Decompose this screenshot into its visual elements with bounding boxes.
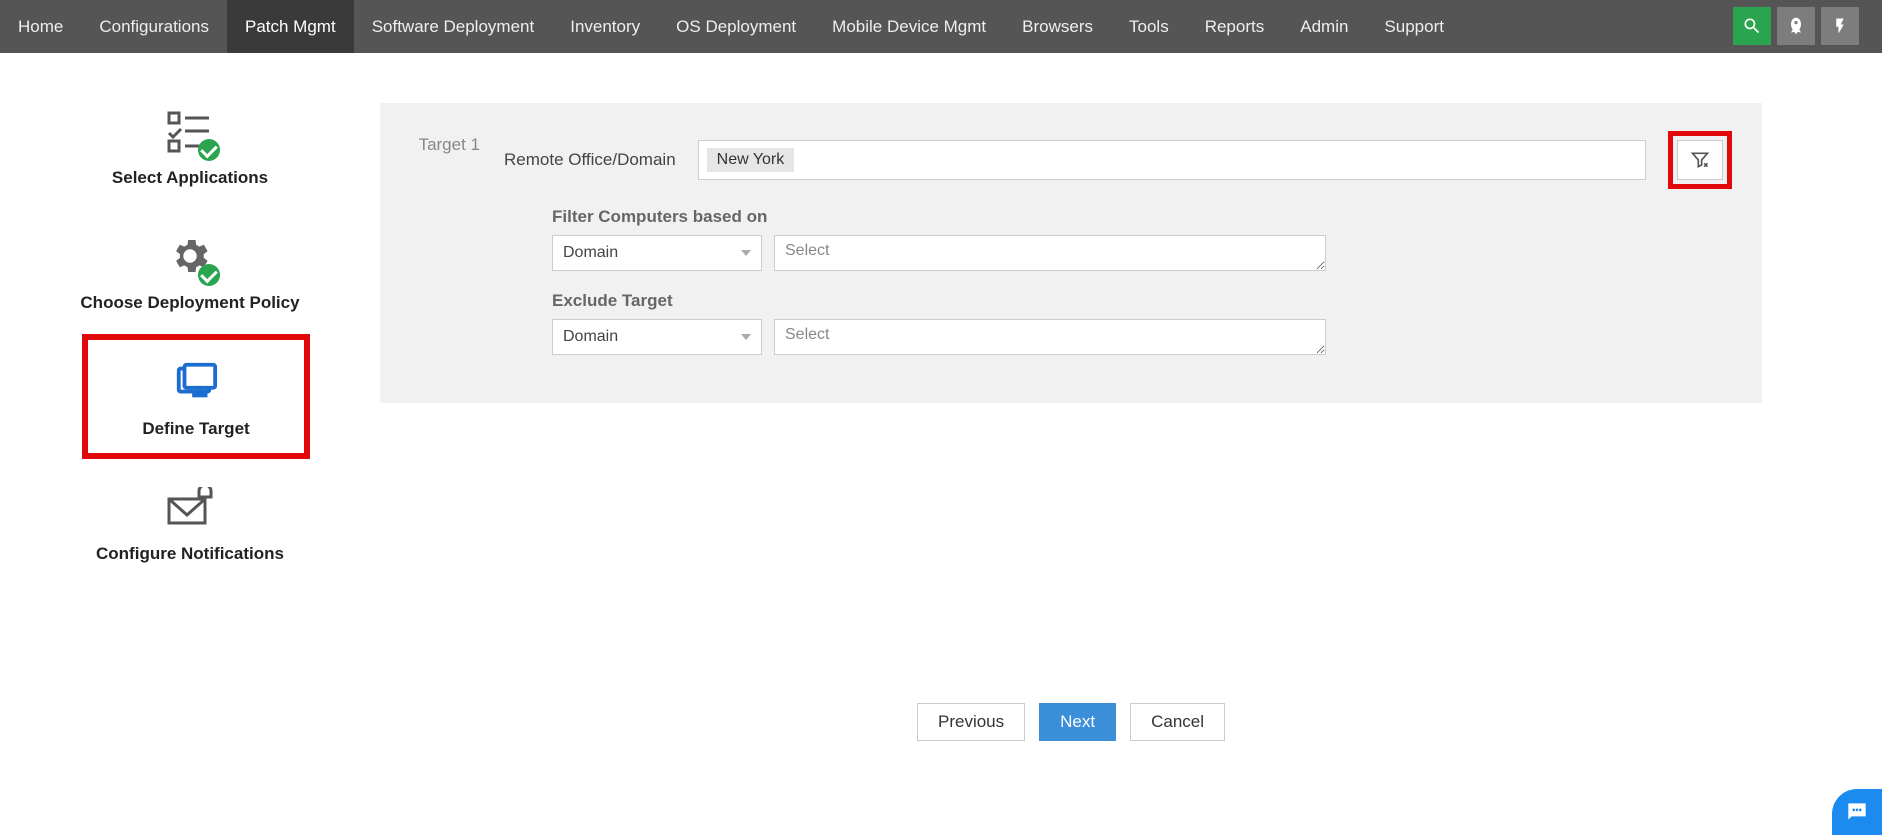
filter-by-value: Domain [563,244,618,262]
chevron-down-icon [741,250,751,256]
filter-computers-section: Filter Computers based on Domain Select [552,207,1732,271]
search-button[interactable] [1733,7,1771,45]
exclude-by-select[interactable]: Domain [552,319,762,355]
target-heading: Target 1 [380,131,480,375]
exclude-target-label: Exclude Target [552,291,1732,311]
filter-button-highlight [1668,131,1732,189]
cancel-button[interactable]: Cancel [1130,703,1225,741]
filter-value-input[interactable]: Select [774,235,1326,271]
checkmark-badge-icon [198,264,220,286]
nav-mobile-device-mgmt[interactable]: Mobile Device Mgmt [814,0,1004,53]
applications-icon [70,103,310,159]
nav-admin[interactable]: Admin [1282,0,1366,53]
remote-office-input[interactable]: New York [698,140,1646,180]
search-icon [1742,16,1762,36]
nav-reports[interactable]: Reports [1187,0,1283,53]
nav-inventory[interactable]: Inventory [552,0,658,53]
target-panel: Target 1 Remote Office/Domain New York F… [380,103,1762,403]
filter-toggle-button[interactable] [1677,140,1723,180]
remote-office-label: Remote Office/Domain [504,150,676,170]
gear-icon [70,228,310,284]
quick-actions-button[interactable] [1821,7,1859,45]
wizard-step-define-target[interactable]: Define Target [82,334,310,459]
nav-patch-mgmt[interactable]: Patch Mgmt [227,0,354,53]
nav-os-deployment[interactable]: OS Deployment [658,0,814,53]
rocket-icon [1786,16,1806,36]
wizard-step-label: Select Applications [70,167,310,188]
remote-office-chip[interactable]: New York [707,148,795,172]
previous-button[interactable]: Previous [917,703,1025,741]
wizard-step-label: Define Target [92,418,300,439]
wizard-sidebar: Select Applications Choose Deployment Po… [60,53,320,584]
chevron-down-icon [741,334,751,340]
exclude-value-input[interactable]: Select [774,319,1326,355]
wizard-step-configure-notifications[interactable]: Configure Notifications [60,459,320,584]
next-button[interactable]: Next [1039,703,1116,741]
main-content: Target 1 Remote Office/Domain New York F… [320,63,1822,761]
checkmark-badge-icon [198,139,220,161]
chat-icon [1844,799,1870,825]
footer-buttons: Previous Next Cancel [380,703,1762,741]
nav-software-deployment[interactable]: Software Deployment [354,0,553,53]
nav-home[interactable]: Home [0,0,81,53]
wizard-step-label: Choose Deployment Policy [70,292,310,313]
nav-configurations[interactable]: Configurations [81,0,227,53]
chat-widget[interactable] [1832,789,1882,835]
filter-computers-label: Filter Computers based on [552,207,1732,227]
wizard-step-choose-deployment-policy[interactable]: Choose Deployment Policy [60,208,320,333]
nav-support[interactable]: Support [1366,0,1462,53]
quick-launch-button[interactable] [1777,7,1815,45]
envelope-bell-icon [70,479,310,535]
wizard-step-label: Configure Notifications [70,543,310,564]
monitor-icon [92,354,300,410]
top-nav: Home Configurations Patch Mgmt Software … [0,0,1882,53]
nav-tools[interactable]: Tools [1111,0,1187,53]
exclude-target-section: Exclude Target Domain Select [552,291,1732,355]
wizard-step-select-applications[interactable]: Select Applications [60,83,320,208]
filter-remove-icon [1690,150,1710,170]
exclude-by-value: Domain [563,328,618,346]
filter-by-select[interactable]: Domain [552,235,762,271]
nav-browsers[interactable]: Browsers [1004,0,1111,53]
lightning-icon [1831,15,1849,37]
